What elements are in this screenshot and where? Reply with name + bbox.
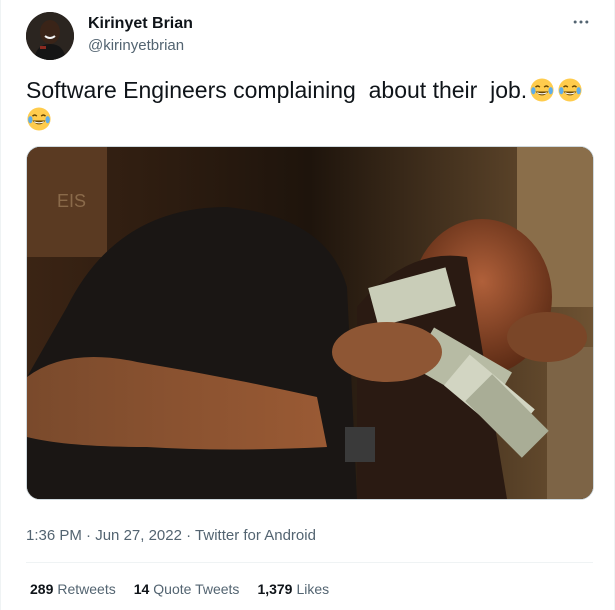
likes-label: Likes (296, 581, 330, 597)
tweet-time[interactable]: 1:36 PM (26, 527, 82, 544)
tweet-text-content: Software Engineers complaining about the… (26, 77, 528, 103)
retweets-count: 289 (30, 581, 54, 597)
face-with-tears-of-joy-icon (530, 78, 554, 102)
tweet-source[interactable]: Twitter for Android (195, 527, 316, 544)
author-handle[interactable]: @kirinyetbrian (88, 36, 184, 56)
more-options-button[interactable] (569, 10, 593, 34)
retweets-label: Retweets (57, 581, 116, 597)
tweet-media-image[interactable]: EIS (26, 146, 594, 500)
meta-separator: · (181, 527, 196, 544)
engagement-stats: 289 Retweets 14 Quote Tweets 1,379 Likes (30, 579, 329, 599)
retweets-stat[interactable]: 289 Retweets (30, 579, 116, 599)
tweet-card: Kirinyet Brian @kirinyetbrian Software E… (0, 0, 615, 610)
face-with-tears-of-joy-icon (558, 78, 582, 102)
author-name[interactable]: Kirinyet Brian (88, 14, 193, 34)
media-photo: EIS (27, 147, 593, 499)
more-icon (573, 20, 589, 24)
media-sign-text: EIS (57, 191, 86, 211)
quote-tweets-stat[interactable]: 14 Quote Tweets (134, 579, 240, 599)
tweet-date[interactable]: Jun 27, 2022 (95, 527, 182, 544)
tweet-text: Software Engineers complaining about the… (26, 76, 592, 134)
quote-tweets-count: 14 (133, 581, 150, 597)
likes-count: 1,379 (257, 581, 293, 597)
face-with-tears-of-joy-icon (27, 107, 51, 131)
card-border-left (0, 0, 1, 610)
likes-stat[interactable]: 1,379 Likes (257, 579, 329, 599)
avatar[interactable] (26, 12, 74, 60)
tweet-metadata: 1:36 PM · Jun 27, 2022 · Twitter for And… (26, 526, 316, 546)
meta-separator: · (81, 527, 96, 544)
quote-tweets-label: Quote Tweets (153, 581, 240, 597)
stats-divider (26, 562, 593, 563)
avatar-image (26, 12, 74, 60)
